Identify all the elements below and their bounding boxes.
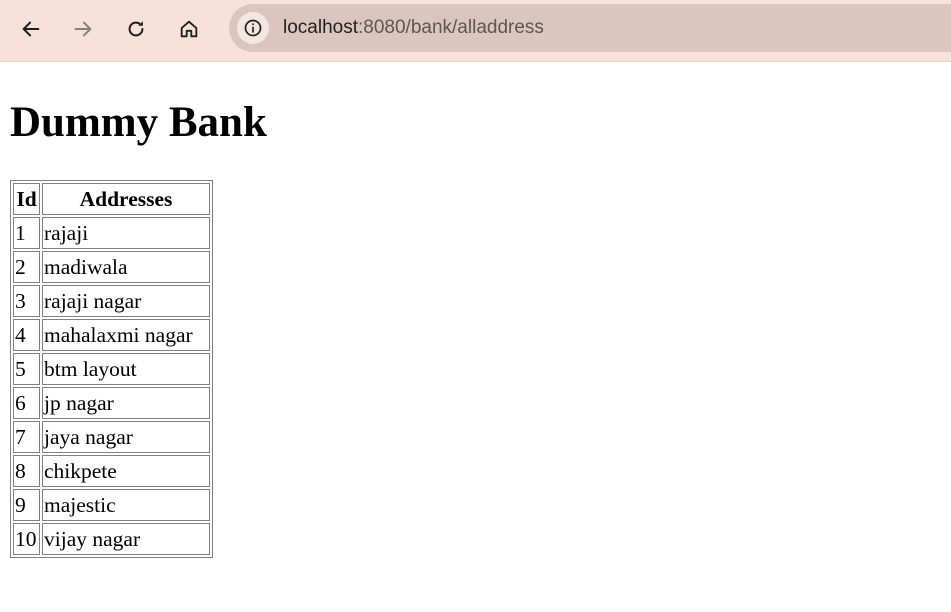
- cell-id: 3: [13, 285, 40, 317]
- info-icon: [244, 19, 262, 37]
- cell-id: 1: [13, 217, 40, 249]
- column-header-addresses: Addresses: [42, 183, 210, 215]
- site-info-button[interactable]: [237, 12, 269, 44]
- table-header-row: Id Addresses: [13, 183, 210, 215]
- cell-address: majestic: [42, 489, 210, 521]
- arrow-right-icon: [74, 21, 92, 37]
- cell-address: mahalaxmi nagar: [42, 319, 210, 351]
- cell-id: 9: [13, 489, 40, 521]
- table-row: 4 mahalaxmi nagar: [13, 319, 210, 351]
- table-row: 1 rajaji: [13, 217, 210, 249]
- reload-button[interactable]: [120, 13, 152, 45]
- cell-address: jaya nagar: [42, 421, 210, 453]
- table-row: 3 rajaji nagar: [13, 285, 210, 317]
- column-header-id: Id: [13, 183, 40, 215]
- page-title: Dummy Bank: [10, 99, 267, 146]
- cell-address: vijay nagar: [42, 523, 210, 555]
- cell-address: rajaji nagar: [42, 285, 210, 317]
- forward-button[interactable]: [67, 13, 99, 45]
- reload-icon: [128, 21, 144, 37]
- cell-address: btm layout: [42, 353, 210, 385]
- url-text[interactable]: localhost:8080/bank/alladdress: [283, 16, 544, 40]
- url-path: :8080/bank/alladdress: [358, 17, 544, 38]
- url-host: localhost: [283, 17, 358, 38]
- arrow-left-icon: [22, 21, 40, 37]
- cell-id: 2: [13, 251, 40, 283]
- table-row: 10 vijay nagar: [13, 523, 210, 555]
- cell-address: madiwala: [42, 251, 210, 283]
- home-icon: [180, 20, 198, 38]
- cell-id: 7: [13, 421, 40, 453]
- cell-address: rajaji: [42, 217, 210, 249]
- browser-toolbar: localhost:8080/bank/alladdress: [0, 0, 951, 62]
- back-button[interactable]: [15, 13, 47, 45]
- cell-id: 10: [13, 523, 40, 555]
- addresses-table: Id Addresses 1 rajaji 2 madiwala 3 rajaj…: [10, 180, 213, 558]
- cell-address: chikpete: [42, 455, 210, 487]
- table-row: 7 jaya nagar: [13, 421, 210, 453]
- table-row: 5 btm layout: [13, 353, 210, 385]
- cell-address: jp nagar: [42, 387, 210, 419]
- cell-id: 5: [13, 353, 40, 385]
- home-button[interactable]: [173, 13, 205, 45]
- table-row: 8 chikpete: [13, 455, 210, 487]
- table-row: 9 majestic: [13, 489, 210, 521]
- table-row: 6 jp nagar: [13, 387, 210, 419]
- cell-id: 8: [13, 455, 40, 487]
- cell-id: 6: [13, 387, 40, 419]
- cell-id: 4: [13, 319, 40, 351]
- address-bar[interactable]: localhost:8080/bank/alladdress: [229, 4, 951, 52]
- table-row: 2 madiwala: [13, 251, 210, 283]
